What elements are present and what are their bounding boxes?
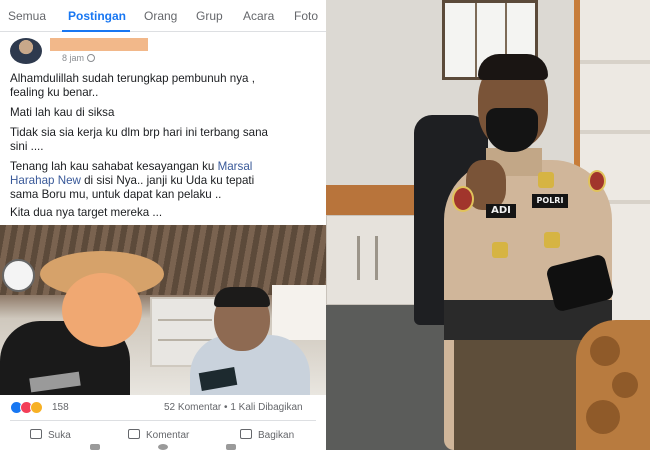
post-paragraph-1: Alhamdulillah sudah terungkap pembunuh n… <box>10 72 255 99</box>
post-paragraph-5: Kita dua nya target mereka ... <box>10 206 163 219</box>
tab-foto[interactable]: Foto <box>294 9 318 23</box>
back-icon[interactable] <box>226 444 236 450</box>
thumbs-up-icon <box>30 429 42 439</box>
menu-icon[interactable] <box>90 444 100 450</box>
rank-badge <box>538 172 554 188</box>
tab-acara[interactable]: Acara <box>243 9 274 23</box>
name-tag: ADI <box>486 204 516 218</box>
wood-carving <box>576 320 650 450</box>
author-name-redacted[interactable] <box>50 38 148 51</box>
share-icon <box>240 429 252 439</box>
post-time[interactable]: 8 jam <box>62 53 84 63</box>
post-photo[interactable] <box>0 225 326 395</box>
shoulder-patch-right <box>588 170 606 192</box>
share-button[interactable]: Bagikan <box>240 429 294 441</box>
android-nav-bar <box>0 443 326 450</box>
face-mask <box>486 108 538 152</box>
badge <box>492 242 508 258</box>
comment-share-stats[interactable]: 52 Komentar • 1 Kali Dibagikan <box>164 402 303 413</box>
post-paragraph-4: Tenang lah kau sahabat kesayangan ku Mar… <box>10 160 322 202</box>
wow-reaction-icon <box>30 401 43 414</box>
active-tab-indicator <box>62 30 130 32</box>
cabinet <box>326 215 421 305</box>
post-header: 8 jam <box>10 38 310 68</box>
tab-semua[interactable]: Semua <box>8 9 46 23</box>
globe-icon <box>87 54 96 62</box>
hair <box>478 54 548 80</box>
search-tabs: Semua Postingan Orang Grup Acara Foto <box>0 0 326 32</box>
wall-clock <box>2 259 35 292</box>
divider <box>10 420 316 421</box>
post-text: Tenang lah kau sahabat kesayangan ku <box>10 160 218 173</box>
like-label: Suka <box>48 430 71 441</box>
banner <box>272 285 326 340</box>
tab-grup[interactable]: Grup <box>196 9 223 23</box>
comment-icon <box>128 429 140 439</box>
reaction-count: 158 <box>52 402 69 413</box>
comment-button[interactable]: Komentar <box>128 429 189 441</box>
comment-label: Komentar <box>146 430 190 441</box>
wood-counter <box>326 185 421 215</box>
blurred-face <box>62 273 142 347</box>
facebook-post-screenshot: Semua Postingan Orang Grup Acara Foto 8 … <box>0 0 326 450</box>
cabinet-handle <box>375 236 378 280</box>
shoulder-patch-left <box>452 186 474 212</box>
post-paragraph-2: Mati lah kau di siksa <box>10 106 115 119</box>
tab-orang[interactable]: Orang <box>144 9 177 23</box>
officer-photo: ADI POLRI <box>326 0 650 450</box>
share-label: Bagikan <box>258 430 295 441</box>
home-icon[interactable] <box>158 444 168 450</box>
post-paragraph-3: Tidak sia sia kerja ku dlm brp hari ini … <box>10 126 268 153</box>
polri-tag: POLRI <box>532 194 568 208</box>
badge <box>544 232 560 248</box>
cabinet-handle <box>357 236 360 280</box>
like-button[interactable]: Suka <box>30 429 71 441</box>
post-meta: 8 jam <box>62 53 96 63</box>
hair <box>214 287 270 307</box>
tab-postingan[interactable]: Postingan <box>68 9 126 23</box>
avatar[interactable] <box>10 38 42 64</box>
